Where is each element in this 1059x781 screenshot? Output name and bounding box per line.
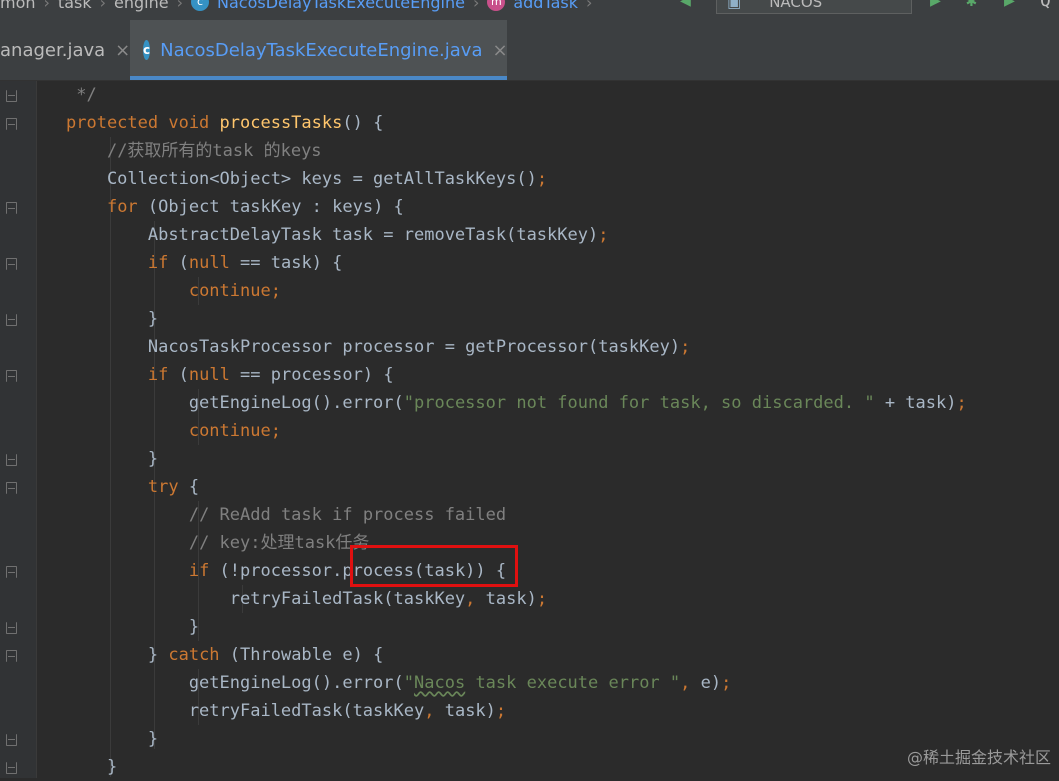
code-line[interactable]: } catch (Throwable e) { — [66, 641, 383, 669]
fold-start-icon[interactable] — [6, 202, 17, 214]
tab-label: NacosDelayTaskExecuteEngine.java — [160, 39, 483, 61]
code-line[interactable]: protected void processTasks() { — [66, 109, 383, 137]
code-line[interactable]: //获取所有的task 的keys — [66, 137, 322, 165]
fold-start-icon[interactable] — [6, 118, 17, 130]
code-line[interactable]: try { — [66, 473, 199, 501]
chevron-right-icon: › — [43, 0, 50, 12]
debug-icon[interactable]: ✱ — [966, 0, 977, 10]
fold-start-icon[interactable] — [6, 482, 17, 494]
breadcrumb-item-method[interactable]: addTask — [513, 0, 578, 12]
watermark: @稀土掘金技术社区 — [906, 748, 1051, 767]
code-line[interactable]: getEngineLog().error("Nacos task execute… — [66, 669, 732, 697]
code-line[interactable]: } — [66, 305, 158, 333]
code-line[interactable]: continue; — [66, 417, 281, 445]
close-icon[interactable]: × — [492, 40, 507, 61]
tab-manager-java[interactable]: anager.java × — [0, 20, 130, 80]
annotation-highlight-box — [350, 545, 518, 587]
coverage-icon[interactable]: ▶ — [1004, 0, 1015, 10]
breadcrumb-item-task[interactable]: task — [58, 0, 92, 12]
code-line[interactable]: AbstractDelayTask task = removeTask(task… — [66, 221, 609, 249]
run-icon[interactable]: ▶ — [930, 0, 941, 10]
fold-end-icon[interactable] — [6, 762, 17, 774]
code-line[interactable]: } — [66, 725, 158, 753]
class-icon: c — [191, 0, 209, 11]
code-line[interactable]: for (Object taskKey : keys) { — [66, 193, 404, 221]
chevron-right-icon: › — [586, 0, 593, 12]
code-line[interactable]: retryFailedTask(taskKey, task); — [66, 697, 506, 725]
code-line[interactable]: Collection<Object> keys = getAllTaskKeys… — [66, 165, 547, 193]
fold-start-icon[interactable] — [6, 650, 17, 662]
run-config-icon: ▣ — [727, 0, 742, 11]
code-line[interactable]: if (null == processor) { — [66, 361, 394, 389]
search-icon[interactable]: Q — [1040, 0, 1051, 10]
code-line[interactable]: continue; — [66, 277, 281, 305]
code-line[interactable]: // ReAdd task if process failed — [66, 501, 506, 529]
tab-label: anager.java — [0, 39, 106, 61]
run-config-label: NACOS — [769, 0, 823, 11]
fold-end-icon[interactable] — [6, 454, 17, 466]
code-line[interactable]: getEngineLog().error("processor not foun… — [66, 389, 967, 417]
code-line[interactable]: } — [66, 753, 117, 781]
fold-start-icon[interactable] — [6, 566, 17, 578]
method-icon: m — [487, 0, 506, 11]
chevron-right-icon: › — [176, 0, 183, 12]
back-arrow-icon[interactable]: ◀ — [680, 0, 691, 10]
breadcrumb: mon › task › engine › c NacosDelayTaskEx… — [0, 0, 592, 14]
code-line[interactable]: // key:处理task任务 — [66, 529, 370, 557]
fold-end-icon[interactable] — [6, 314, 17, 326]
editor-gutter — [0, 81, 37, 778]
chevron-right-icon: › — [99, 0, 107, 12]
close-icon[interactable]: × — [115, 40, 130, 61]
breadcrumb-item-class[interactable]: NacosDelayTaskExecuteEngine — [217, 0, 465, 12]
navigation-bar: mon › task › engine › c NacosDelayTaskEx… — [0, 0, 1059, 20]
class-icon: c — [143, 40, 151, 60]
fold-end-icon[interactable] — [6, 90, 17, 102]
code-editor[interactable]: */protected void processTasks() { //获取所有… — [37, 81, 1059, 778]
breadcrumb-item-module[interactable]: mon — [0, 0, 36, 12]
fold-end-icon[interactable] — [6, 622, 17, 634]
run-configuration-select[interactable]: ▣ NACOS — [716, 0, 912, 14]
code-line[interactable]: NacosTaskProcessor processor = getProces… — [66, 333, 690, 361]
code-line[interactable]: } — [66, 445, 158, 473]
code-line[interactable]: } — [66, 613, 199, 641]
fold-start-icon[interactable] — [6, 370, 17, 382]
code-line[interactable]: */ — [66, 81, 96, 109]
tab-nacos-delay-task-execute-engine[interactable]: c NacosDelayTaskExecuteEngine.java × — [130, 20, 508, 80]
editor-tab-bar: anager.java × c NacosDelayTaskExecuteEng… — [0, 20, 1059, 81]
breadcrumb-item-engine[interactable]: engine — [114, 0, 169, 12]
fold-end-icon[interactable] — [6, 734, 17, 746]
code-line[interactable]: retryFailedTask(taskKey, task); — [66, 585, 547, 613]
fold-start-icon[interactable] — [6, 258, 17, 270]
chevron-right-icon: › — [472, 0, 480, 12]
code-line[interactable]: if (null == task) { — [66, 249, 343, 277]
